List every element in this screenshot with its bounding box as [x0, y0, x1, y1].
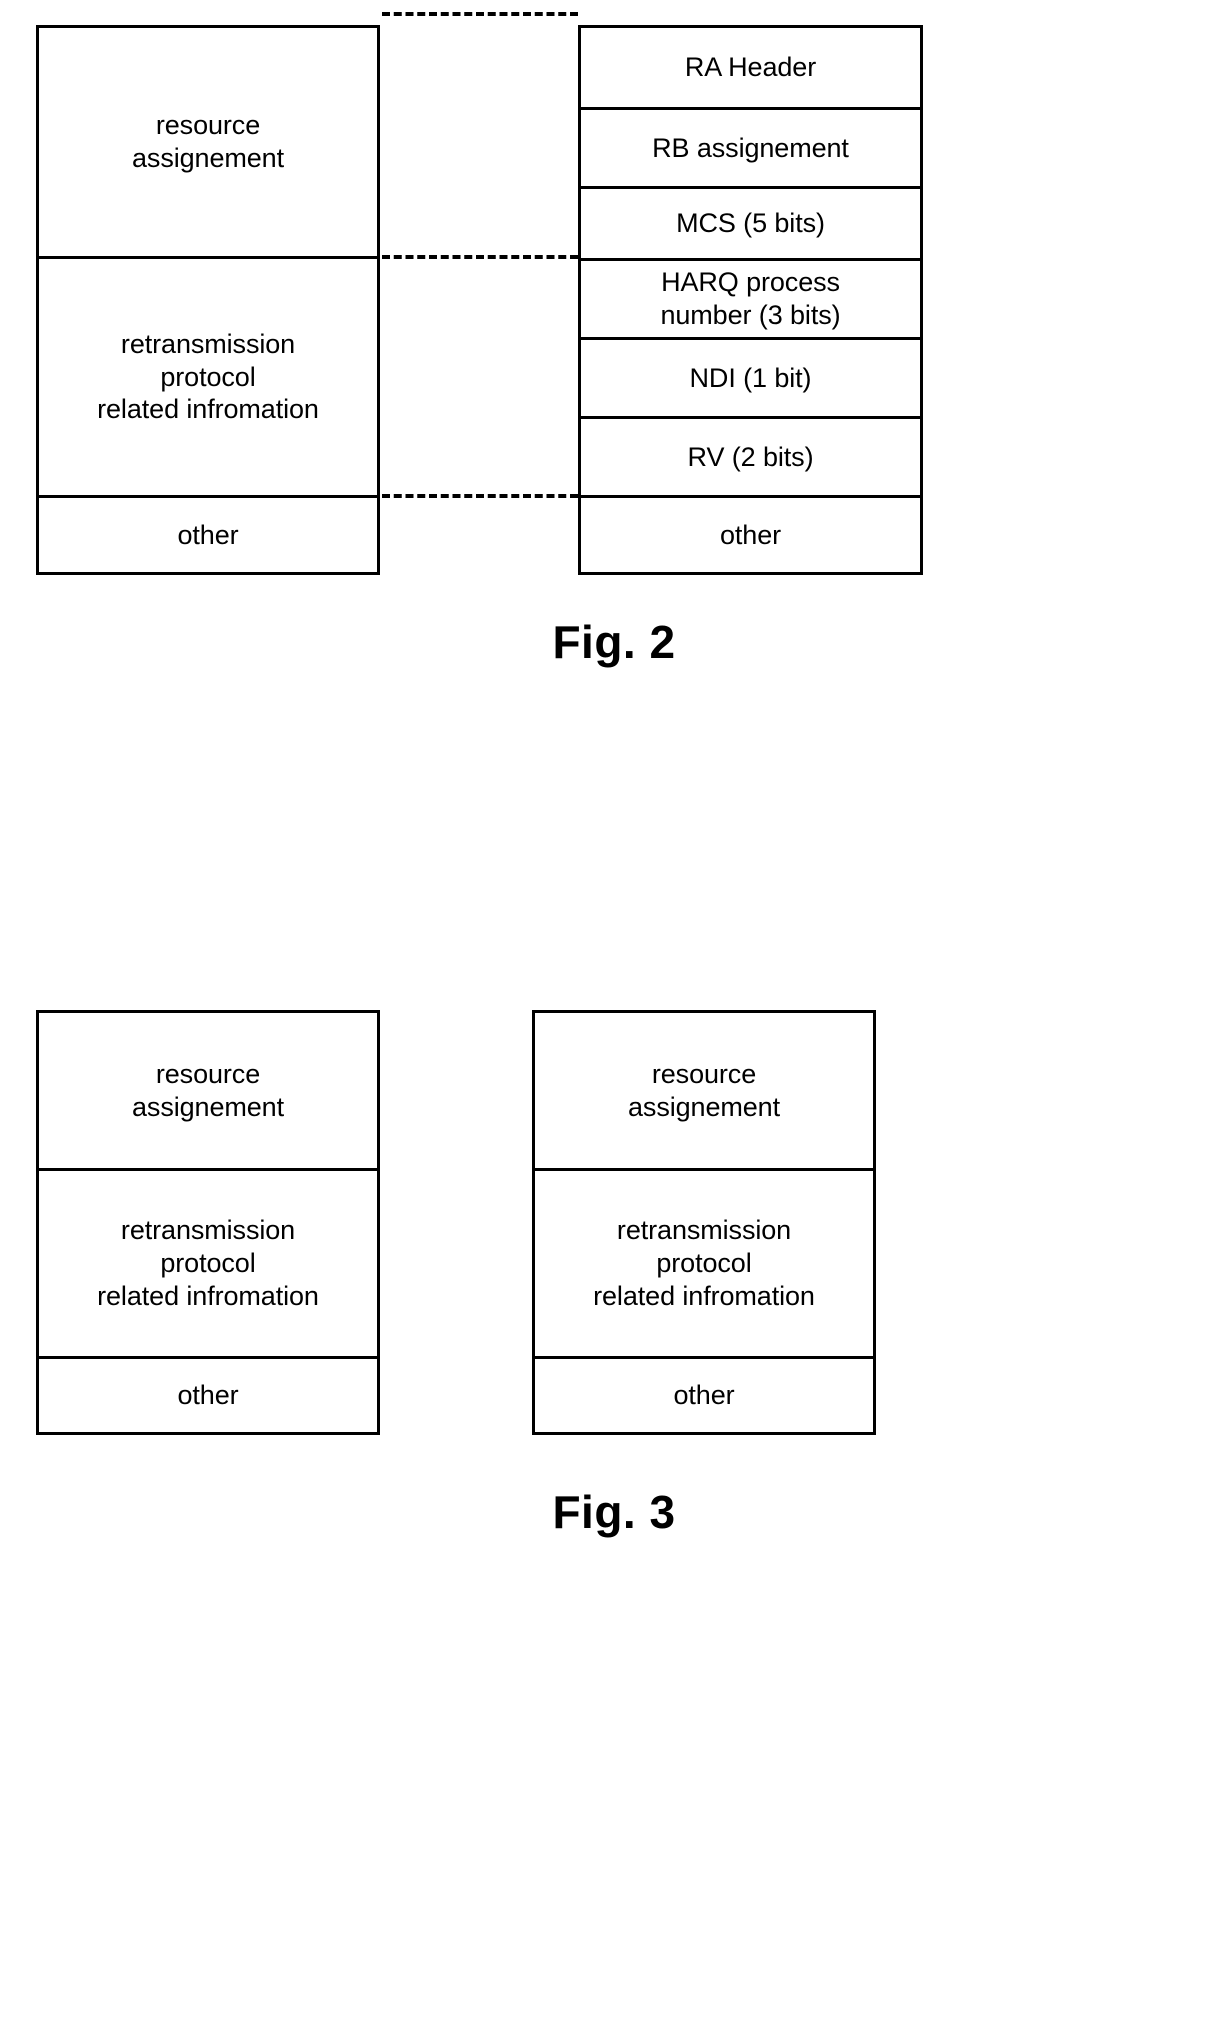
fig2-right-cell-rb-assignement: RB assignement — [581, 107, 920, 186]
fig3-right-cell-retransmission-protocol: retransmission protocol related infromat… — [535, 1168, 873, 1356]
cell-label: resource assignement — [628, 1058, 780, 1122]
fig3-right-assignment-block: resource assignement retransmission prot… — [532, 1010, 876, 1435]
fig2-caption: Fig. 2 — [0, 615, 1228, 669]
fig2-generic-assignment-block: resource assignement retransmission prot… — [36, 25, 380, 575]
figure-2: resource assignement retransmission prot… — [0, 0, 1228, 900]
cell-label: RA Header — [684, 52, 817, 83]
middle-connector-dashed-line — [382, 255, 578, 259]
fig2-left-cell-retransmission-protocol: retransmission protocol related infromat… — [39, 256, 377, 495]
cell-label: retransmission protocol related infromat… — [97, 328, 319, 425]
cell-label: RV (2 bits) — [687, 441, 814, 472]
cell-label: resource assignement — [132, 1058, 284, 1122]
fig3-caption-text: Fig. 3 — [552, 1486, 676, 1538]
cell-label: RB assignement — [652, 132, 849, 163]
fig3-right-cell-resource-assignement: resource assignement — [535, 1013, 873, 1168]
cell-label: other — [177, 1380, 239, 1411]
top-connector-dashed-line — [382, 12, 578, 16]
cell-label: other — [719, 519, 782, 550]
cell-label: NDI (1 bit) — [689, 362, 812, 393]
fig2-right-cell-ndi: NDI (1 bit) — [581, 337, 920, 416]
fig2-right-cell-rv: RV (2 bits) — [581, 416, 920, 495]
cell-label: retransmission protocol related infromat… — [593, 1215, 815, 1311]
fig3-left-cell-resource-assignement: resource assignement — [39, 1013, 377, 1168]
fig3-caption: Fig. 3 — [0, 1485, 1228, 1539]
fig2-right-cell-mcs: MCS (5 bits) — [581, 186, 920, 258]
cell-label: MCS (5 bits) — [676, 208, 825, 239]
fig3-right-cell-other: other — [535, 1356, 873, 1432]
figure-3: resource assignement retransmission prot… — [0, 960, 1228, 2029]
fig2-right-cell-harq-process-number: HARQ process number (3 bits) — [581, 258, 920, 337]
cell-label: retransmission protocol related infromat… — [97, 1215, 319, 1311]
fig3-left-cell-retransmission-protocol: retransmission protocol related infromat… — [39, 1168, 377, 1356]
cell-label: resource assignement — [132, 110, 284, 173]
cell-label: other — [673, 1380, 735, 1411]
fig2-caption-text: Fig. 2 — [552, 616, 676, 668]
fig2-left-cell-resource-assignement: resource assignement — [39, 28, 377, 256]
cell-label: HARQ process number (3 bits) — [660, 267, 841, 330]
cell-label: other — [177, 519, 239, 550]
fig2-detailed-assignment-block: RA Header RB assignement MCS (5 bits) HA… — [578, 25, 923, 575]
fig2-left-cell-other: other — [39, 495, 377, 572]
fig2-right-cell-other: other — [581, 495, 920, 572]
fig3-left-assignment-block: resource assignement retransmission prot… — [36, 1010, 380, 1435]
fig2-right-cell-ra-header: RA Header — [581, 28, 920, 107]
fig3-left-cell-other: other — [39, 1356, 377, 1432]
bottom-connector-dashed-line — [382, 494, 578, 498]
